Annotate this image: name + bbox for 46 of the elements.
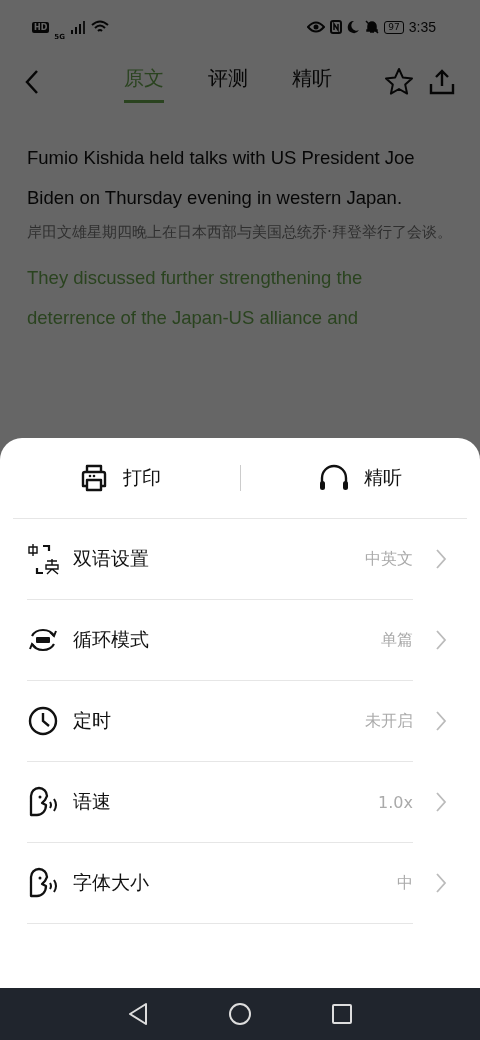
- muted-bell-icon: [365, 20, 380, 34]
- action-label[interactable]: 打印: [122, 465, 161, 491]
- item-value: 单篇: [381, 629, 413, 651]
- english-paragraph: Fumio Kishida held talks with US President Joe Biden on Thursday evening in western Japan.: [27, 146, 416, 210]
- settings-item[interactable]: 语速 1.0x: [27, 762, 413, 843]
- nfc-icon: [330, 20, 343, 34]
- tab[interactable]: 评测: [208, 61, 248, 103]
- item-value: 中英文: [365, 548, 413, 570]
- signal-icon: [69, 20, 86, 34]
- recents-nav-icon[interactable]: [331, 1003, 353, 1025]
- bilingual-icon: [27, 543, 59, 575]
- settings-item[interactable]: 字体大小 中: [27, 843, 413, 924]
- settings-item[interactable]: 循环模式 单篇: [27, 600, 413, 681]
- moon-icon: [347, 20, 361, 34]
- hd-badge: HD: [32, 21, 50, 33]
- chevron-right-icon: [435, 710, 447, 732]
- item-value: 1.0x: [378, 792, 413, 812]
- back-icon[interactable]: [24, 69, 40, 95]
- wifi-icon: [90, 20, 109, 34]
- chevron-right-icon: [435, 629, 447, 651]
- chevron-right-icon: [435, 791, 447, 813]
- item-label: 循环模式: [73, 627, 150, 652]
- speaking-head-icon: [27, 867, 59, 899]
- chevron-right-icon: [435, 548, 447, 570]
- tab[interactable]: 精听: [292, 61, 332, 103]
- english-paragraph: They discussed further strengthening the deterrence of the Japan-US alliance and: [27, 266, 364, 330]
- action-label[interactable]: 精听: [364, 465, 403, 491]
- item-label: 语速: [73, 789, 112, 814]
- item-label: 字体大小: [73, 870, 150, 895]
- back-nav-icon[interactable]: [127, 1002, 149, 1026]
- item-value: 未开启: [365, 710, 413, 732]
- item-label: 定时: [73, 708, 112, 733]
- clock-time: 3:35: [408, 19, 436, 35]
- settings-item[interactable]: 定时 未开启: [27, 681, 413, 762]
- settings-item[interactable]: 双语设置 中英文: [27, 519, 413, 600]
- item-label: 双语设置: [73, 546, 150, 571]
- speaking-head-icon: [27, 786, 59, 818]
- chevron-right-icon: [435, 872, 447, 894]
- home-nav-icon[interactable]: [228, 1002, 252, 1026]
- battery-indicator: 97: [384, 20, 404, 34]
- clock-icon: [27, 705, 59, 737]
- share-icon[interactable]: [428, 68, 456, 96]
- star-icon[interactable]: [384, 67, 414, 97]
- item-value: 中: [397, 872, 413, 894]
- headphones-icon[interactable]: [318, 464, 351, 492]
- eye-icon: [307, 20, 326, 34]
